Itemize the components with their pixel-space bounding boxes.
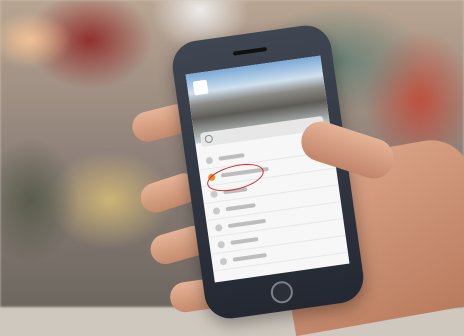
text-placeholder xyxy=(230,237,259,245)
menu-icon xyxy=(217,240,226,249)
phone-screen xyxy=(185,55,350,283)
app-logo xyxy=(192,79,209,96)
home-icon xyxy=(205,156,214,165)
speaker xyxy=(232,46,268,56)
search-icon xyxy=(204,134,214,144)
text-placeholder xyxy=(227,218,267,229)
text-placeholder xyxy=(218,153,245,161)
menu-icon xyxy=(212,206,221,215)
text-placeholder xyxy=(225,203,256,212)
text-placeholder xyxy=(232,253,267,262)
home-button[interactable] xyxy=(269,279,295,305)
menu-icon xyxy=(214,223,223,232)
menu-icon xyxy=(219,257,228,266)
